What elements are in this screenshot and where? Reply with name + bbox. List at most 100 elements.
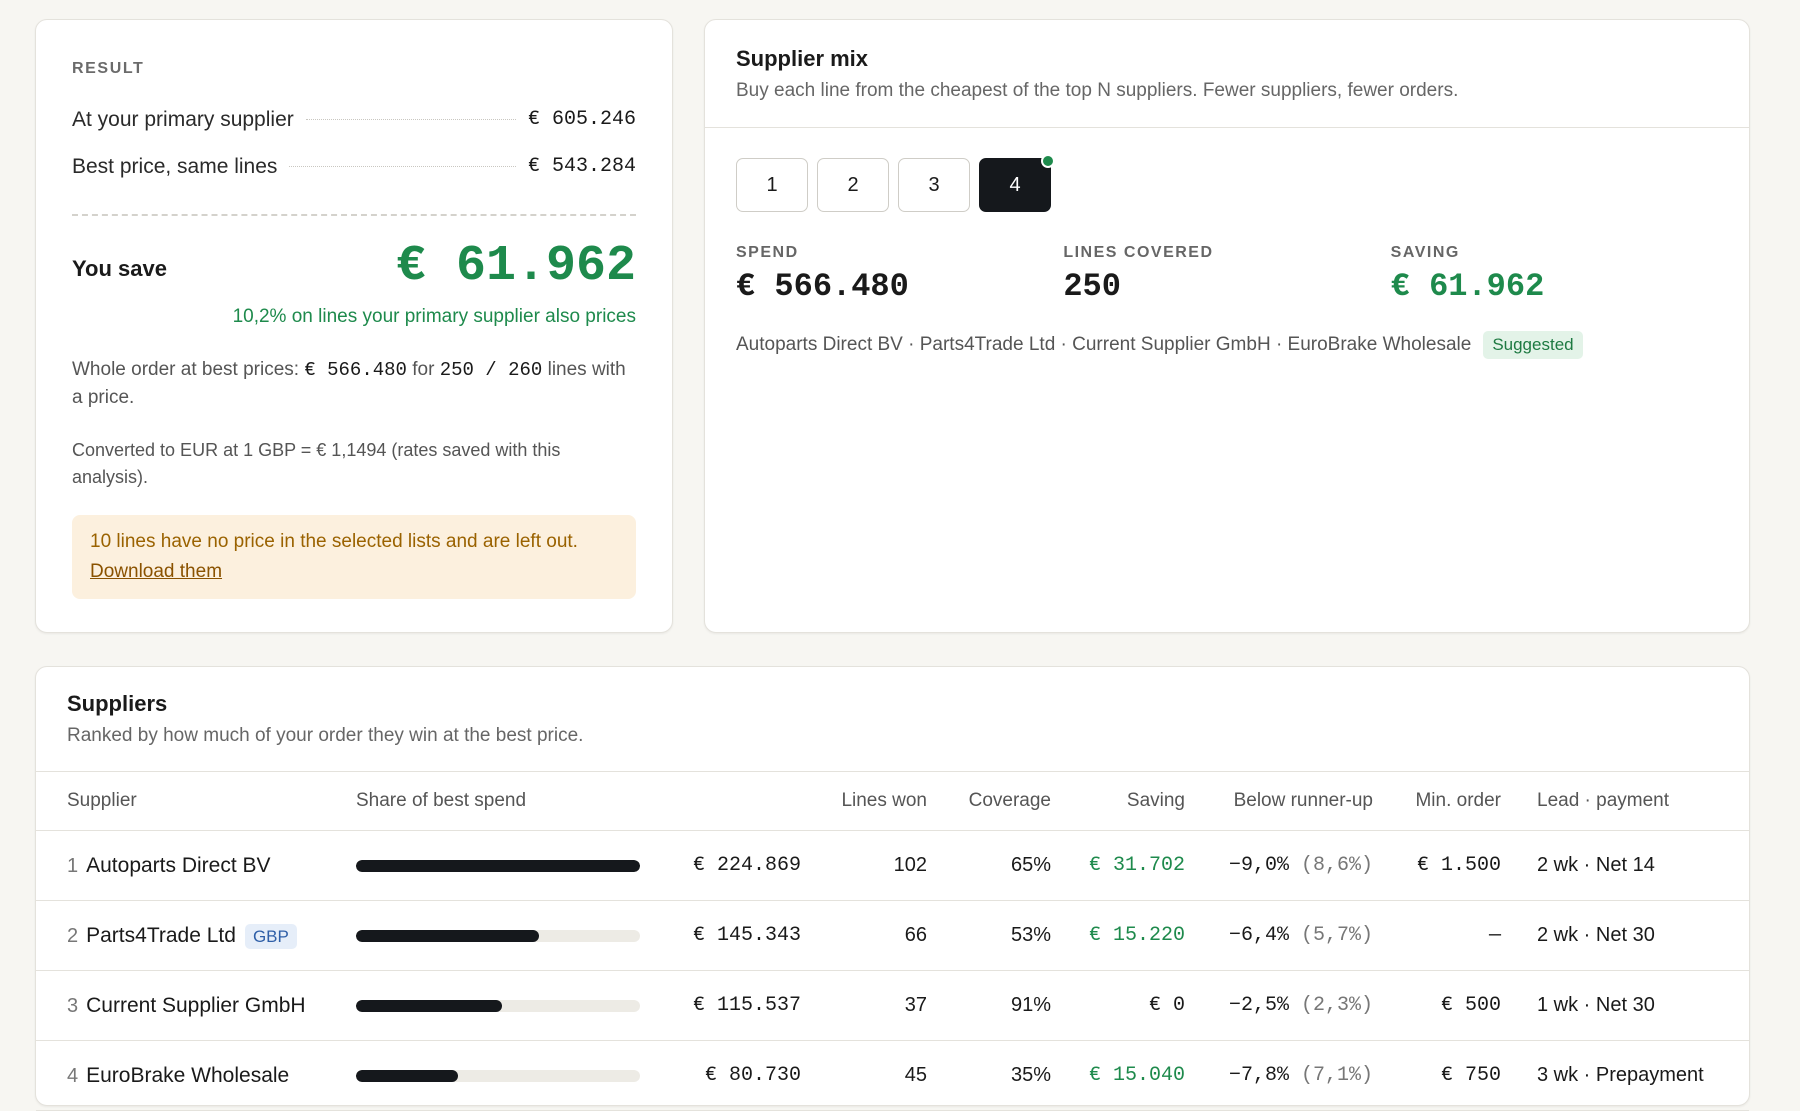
lead-payment-cell: 3 wk · Prepayment xyxy=(1519,1040,1749,1111)
suggested-dot-indicator xyxy=(1041,154,1055,168)
col-supplier[interactable]: Supplier xyxy=(36,772,338,831)
below-value: −9,0% xyxy=(1228,854,1289,877)
min-order-cell: € 500 xyxy=(1391,970,1519,1041)
best-price-label: Best price, same lines xyxy=(72,154,278,178)
lines-won-cell: 66 xyxy=(819,900,945,971)
supplier-name[interactable]: Current Supplier GmbH xyxy=(86,994,305,1017)
share-bar-track xyxy=(356,999,640,1012)
col-share[interactable]: Share of best spend xyxy=(338,772,658,831)
supplier-cell: 1 Autoparts Direct BV xyxy=(36,830,338,901)
col-min-order[interactable]: Min. order xyxy=(1391,772,1519,831)
below-runner-up-cell: −2,5% (2,3%) xyxy=(1203,970,1391,1041)
selected-suppliers-line: Autoparts Direct BV · Parts4Trade Ltd · … xyxy=(705,305,1749,359)
supplier-cell: 2 Parts4Trade Ltd GBP xyxy=(36,900,338,971)
supplier-rank: 1 xyxy=(67,854,79,877)
you-save-note: 10,2% on lines your primary supplier als… xyxy=(232,306,636,327)
below-value: −7,8% xyxy=(1228,1064,1289,1087)
col-lines-won[interactable]: Lines won xyxy=(819,772,945,831)
share-cell xyxy=(338,900,658,971)
table-row[interactable]: 2 Parts4Trade Ltd GBP € 145.343 66 53% € 1… xyxy=(36,900,1749,971)
mix-stats: SPEND € 566.480 LINES COVERED 250 SAVING… xyxy=(705,212,1749,305)
below-alt-value: (7,1%) xyxy=(1300,1064,1373,1087)
table-row[interactable]: 3 Current Supplier GmbH € 115.537 37 91% … xyxy=(36,970,1749,1041)
primary-supplier-label: At your primary supplier xyxy=(72,107,294,131)
col-spend xyxy=(658,772,819,831)
lead-payment-cell: 2 wk · Net 30 xyxy=(1519,900,1749,971)
missing-price-warning: 10 lines have no price in the selected l… xyxy=(72,515,636,599)
whole-order-for: for xyxy=(412,359,435,380)
supplier-mix-header: Supplier mix Buy each line from the chea… xyxy=(705,20,1749,128)
supplier-name[interactable]: Parts4Trade Ltd xyxy=(86,924,236,947)
supplier-count-button-3[interactable]: 3 xyxy=(898,158,970,212)
below-runner-up-cell: −6,4% (5,7%) xyxy=(1203,900,1391,971)
dashed-divider xyxy=(72,214,636,216)
saving-cell: € 15.040 xyxy=(1069,1040,1203,1111)
download-missing-link[interactable]: Download them xyxy=(90,561,222,582)
saving-value: € 61.962 xyxy=(1390,268,1545,305)
min-order-cell: € 1.500 xyxy=(1391,830,1519,901)
lead-payment-cell: 1 wk · Net 30 xyxy=(1519,970,1749,1041)
table-row[interactable]: 1 Autoparts Direct BV € 224.869 102 65% €… xyxy=(36,830,1749,901)
spend-cell: € 80.730 xyxy=(658,1040,819,1111)
suppliers-table-header: Supplier Share of best spend Lines won C… xyxy=(36,772,1749,831)
lines-covered-stat: LINES COVERED 250 xyxy=(1063,244,1390,305)
primary-supplier-value: € 605.246 xyxy=(527,108,636,131)
coverage-cell: 35% xyxy=(945,1040,1069,1111)
share-bar-fill xyxy=(356,859,640,872)
whole-order-lines: 250 / 260 xyxy=(439,359,543,381)
supplier-count-button-2[interactable]: 2 xyxy=(817,158,889,212)
coverage-cell: 53% xyxy=(945,900,1069,971)
primary-supplier-row: At your primary supplier € 605.246 xyxy=(72,96,636,143)
currency-tag: GBP xyxy=(244,923,297,949)
coverage-cell: 91% xyxy=(945,970,1069,1041)
share-bar-fill xyxy=(356,929,540,942)
saving-cell: € 15.220 xyxy=(1069,900,1203,971)
selected-suppliers-list: Autoparts Direct BV · Parts4Trade Ltd · … xyxy=(736,334,1472,355)
whole-order-summary: Whole order at best prices: € 566.480 fo… xyxy=(72,356,636,411)
supplier-count-button-1[interactable]: 1 xyxy=(736,158,808,212)
share-bar-fill xyxy=(356,1069,458,1082)
supplier-count-selector: 1 2 3 4 xyxy=(705,128,1749,212)
saving-stat: SAVING € 61.962 xyxy=(1391,244,1718,305)
spend-cell: € 115.537 xyxy=(658,970,819,1041)
result-eyebrow: RESULT xyxy=(72,60,145,77)
below-alt-value: (2,3%) xyxy=(1300,994,1373,1017)
supplier-cell: 4 EuroBrake Wholesale xyxy=(36,1040,338,1111)
col-saving[interactable]: Saving xyxy=(1069,772,1203,831)
warning-text: 10 lines have no price in the selected l… xyxy=(90,531,578,552)
dot-leader xyxy=(289,166,516,167)
suppliers-table-body: 1 Autoparts Direct BV € 224.869 102 65% €… xyxy=(36,830,1749,1111)
spend-label: SPEND xyxy=(736,244,799,261)
supplier-rank: 2 xyxy=(67,924,79,947)
suppliers-card: Suppliers Ranked by how much of your ord… xyxy=(35,666,1750,1111)
table-row[interactable]: 4 EuroBrake Wholesale € 80.730 45 35% € 1… xyxy=(36,1040,1749,1111)
below-alt-value: (5,7%) xyxy=(1300,924,1373,947)
col-below-runner-up[interactable]: Below runner-up xyxy=(1203,772,1391,831)
share-bar-track xyxy=(356,929,640,942)
lines-covered-label: LINES COVERED xyxy=(1063,244,1214,261)
below-runner-up-cell: −9,0% (8,6%) xyxy=(1203,830,1391,901)
share-cell xyxy=(338,1040,658,1111)
dot-leader xyxy=(305,119,516,120)
supplier-mix-card: Supplier mix Buy each line from the chea… xyxy=(704,19,1750,633)
col-coverage[interactable]: Coverage xyxy=(945,772,1069,831)
result-card: RESULT At your primary supplier € 605.24… xyxy=(35,19,673,633)
saving-label: SAVING xyxy=(1390,244,1460,261)
col-lead-payment[interactable]: Lead · payment xyxy=(1519,772,1749,831)
supplier-count-button-4[interactable]: 4 xyxy=(979,154,1055,212)
supplier-count-button-4-label: 4 xyxy=(1009,173,1021,196)
spend-value: € 566.480 xyxy=(736,268,909,305)
lead-payment-cell: 2 wk · Net 14 xyxy=(1519,830,1749,901)
spend-cell: € 145.343 xyxy=(658,900,819,971)
below-runner-up-cell: −7,8% (7,1%) xyxy=(1203,1040,1391,1111)
suggested-badge: Suggested xyxy=(1483,331,1583,359)
lines-won-cell: 102 xyxy=(819,830,945,901)
supplier-name[interactable]: Autoparts Direct BV xyxy=(86,854,270,877)
spend-cell: € 224.869 xyxy=(658,830,819,901)
suppliers-table: Supplier Share of best spend Lines won C… xyxy=(36,772,1749,1111)
share-bar-fill xyxy=(356,999,502,1012)
best-price-row: Best price, same lines € 543.284 xyxy=(72,143,636,190)
suppliers-header: Suppliers Ranked by how much of your ord… xyxy=(36,667,1749,772)
supplier-name[interactable]: EuroBrake Wholesale xyxy=(86,1064,289,1087)
share-cell xyxy=(338,830,658,901)
